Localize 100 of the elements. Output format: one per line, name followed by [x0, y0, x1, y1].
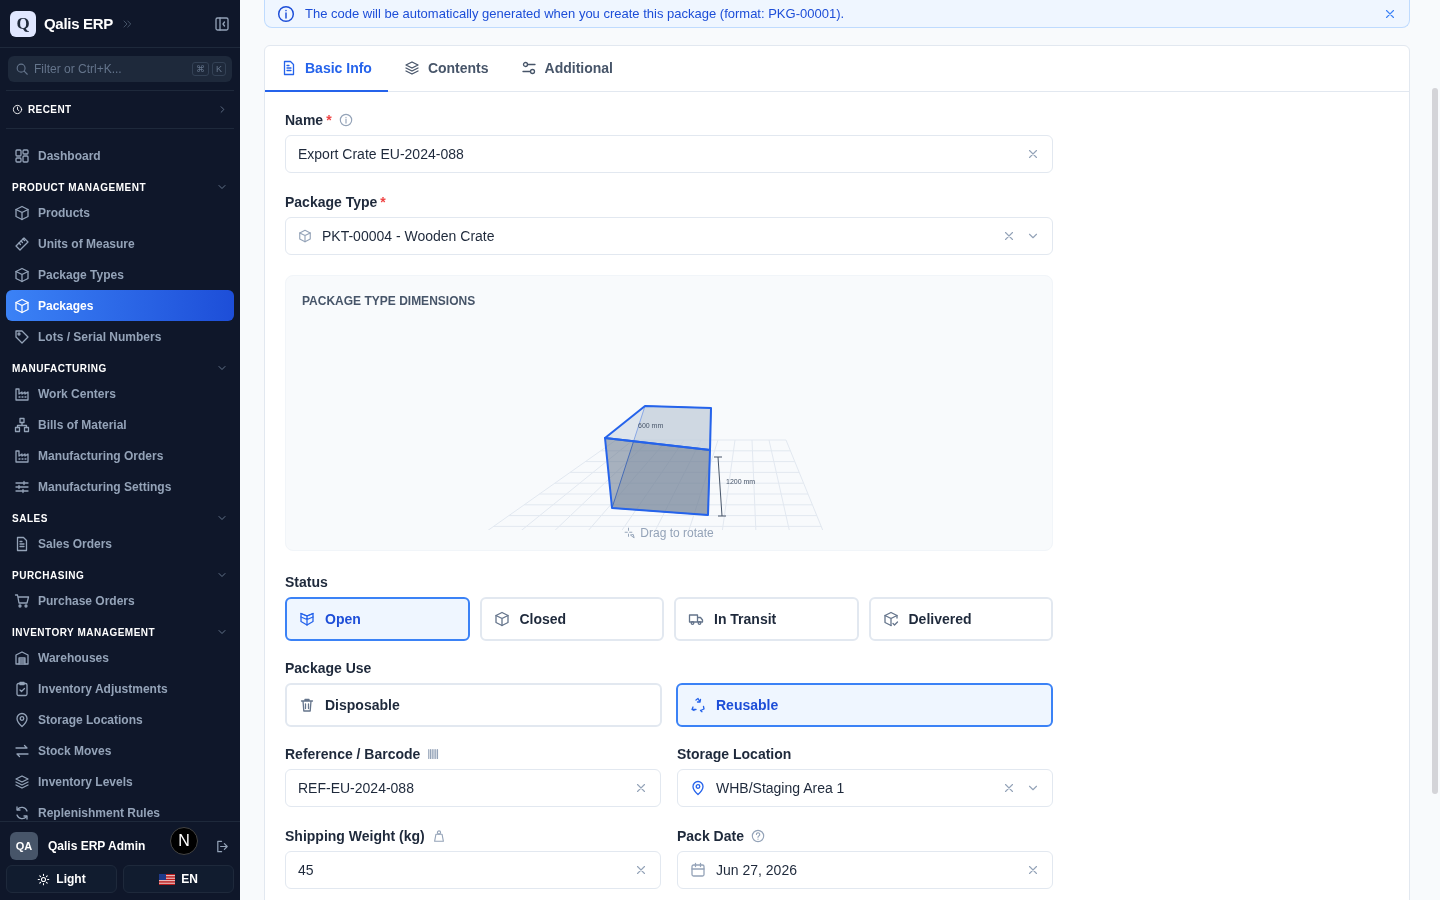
- field-label: Name: [285, 112, 324, 128]
- select-field[interactable]: WHB/Staging Area 1: [677, 769, 1053, 807]
- tab[interactable]: Contents: [387, 46, 505, 92]
- sidebar-item[interactable]: Sales Orders: [6, 528, 234, 559]
- option-card[interactable]: In Transit: [674, 597, 859, 641]
- factory-icon: [14, 447, 30, 464]
- sidebar-item[interactable]: Dashboard: [6, 140, 234, 171]
- required-mark: *: [326, 112, 332, 128]
- layers-icon: [14, 773, 30, 790]
- double-chevron-icon: [121, 17, 133, 30]
- logout-icon: [215, 838, 230, 854]
- option-card[interactable]: Open: [285, 597, 470, 641]
- open-box-icon: [299, 611, 315, 627]
- weight-icon: [431, 829, 446, 843]
- option-card[interactable]: Reusable: [676, 683, 1053, 727]
- clear-icon: [634, 781, 648, 795]
- sidebar-item[interactable]: Bills of Material: [6, 409, 234, 440]
- toggles-icon: [520, 60, 537, 76]
- banner-text: The code will be automatically generated when you create this package (format: PKG-00001).: [305, 6, 846, 21]
- language-button[interactable]: EN: [123, 865, 234, 893]
- help-icon: [750, 829, 765, 843]
- hierarchy-icon: [14, 416, 30, 433]
- factory-icon: [14, 385, 30, 402]
- sidebar-item[interactable]: Manufacturing Orders: [6, 440, 234, 471]
- viewer-title: PACKAGE TYPE DIMENSIONS: [301, 293, 477, 310]
- field-label: Status: [285, 574, 328, 590]
- refresh-icon: [14, 804, 30, 821]
- sidebar-item[interactable]: Replenishment Rules: [6, 797, 234, 821]
- location-pin-icon: [690, 780, 706, 796]
- clear-icon: [1026, 863, 1040, 877]
- box-icon: [493, 611, 510, 627]
- cart-icon: [14, 592, 30, 609]
- select-field[interactable]: PKT-00004 - Wooden Crate: [285, 217, 1053, 255]
- section-header[interactable]: MANUFACTURING: [6, 358, 234, 378]
- rotate-hint: Drag to rotate: [640, 526, 714, 540]
- sidebar-item[interactable]: Lots / Serial Numbers: [6, 321, 234, 352]
- input-field[interactable]: Export Crate EU-2024-088: [285, 135, 1053, 173]
- box-check-icon: [882, 611, 899, 627]
- box-icon: [298, 229, 312, 243]
- clipboard-icon: [14, 680, 30, 697]
- box-icon: [14, 297, 30, 314]
- info-icon: [277, 4, 295, 23]
- layers-icon: [403, 60, 420, 76]
- scrollbar[interactable]: [1432, 88, 1438, 794]
- required-mark: *: [380, 194, 386, 210]
- ruler-icon: [14, 235, 30, 252]
- document-icon: [14, 535, 30, 552]
- sidebar-item[interactable]: Stock Moves: [6, 735, 234, 766]
- option-card[interactable]: Delivered: [868, 597, 1053, 641]
- field-label: Package Type: [285, 194, 378, 210]
- sliders-icon: [14, 478, 30, 495]
- sidebar-item[interactable]: Package Types: [6, 259, 234, 290]
- calendar-icon: [690, 862, 706, 878]
- recent-toggle[interactable]: RECENT: [6, 90, 234, 129]
- user-name: Qalis ERP Admin: [48, 839, 146, 853]
- sidebar-item[interactable]: Purchase Orders: [6, 585, 234, 616]
- tab[interactable]: Basic Info: [265, 46, 388, 92]
- sidebar-item[interactable]: Warehouses: [6, 642, 234, 673]
- pointer-icon: [624, 527, 637, 539]
- clear-icon: [1002, 229, 1016, 243]
- user-avatar: QA: [10, 832, 38, 860]
- field-label: Pack Date: [677, 828, 744, 844]
- arrows-icon: [14, 742, 30, 759]
- height-dimension-line: [713, 456, 727, 517]
- input-field[interactable]: 45: [285, 851, 661, 889]
- sidebar-item[interactable]: Packages: [6, 290, 234, 321]
- section-header[interactable]: PURCHASING: [6, 565, 234, 585]
- section-header[interactable]: SALES: [6, 508, 234, 528]
- search-icon: [15, 62, 29, 76]
- section-header[interactable]: PRODUCT MANAGEMENT: [6, 177, 234, 197]
- sidebar-item[interactable]: Inventory Levels: [6, 766, 234, 797]
- warehouse-icon: [14, 649, 30, 666]
- app-logo[interactable]: Q: [10, 10, 36, 37]
- input-field[interactable]: Jun 27, 2026: [677, 851, 1053, 889]
- field-label: Shipping Weight (kg): [285, 828, 425, 844]
- box-icon: [14, 204, 30, 221]
- section-header[interactable]: INVENTORY MANAGEMENT: [6, 622, 234, 642]
- flag-icon: [159, 873, 176, 885]
- field-label: Storage Location: [677, 746, 792, 762]
- sidebar-item[interactable]: Storage Locations: [6, 704, 234, 735]
- field-label: Package Use: [285, 660, 372, 676]
- theme-button[interactable]: Light: [6, 865, 117, 893]
- sun-icon: [37, 872, 51, 886]
- option-card[interactable]: Disposable: [285, 683, 662, 727]
- document-icon: [281, 60, 297, 76]
- truck-icon: [688, 611, 704, 627]
- box-icon: [14, 266, 30, 283]
- input-field[interactable]: REF-EU-2024-088: [285, 769, 661, 807]
- sidebar-item[interactable]: Units of Measure: [6, 228, 234, 259]
- trash-icon: [299, 697, 315, 713]
- sidebar-item[interactable]: Products: [6, 197, 234, 228]
- tab[interactable]: Additional: [504, 46, 629, 92]
- clear-icon: [634, 863, 648, 877]
- sidebar-item[interactable]: Inventory Adjustments: [6, 673, 234, 704]
- clear-icon: [1026, 147, 1040, 161]
- field-label: Reference / Barcode: [285, 746, 421, 762]
- option-card[interactable]: Closed: [479, 597, 664, 641]
- sidebar-item[interactable]: Work Centers: [6, 378, 234, 409]
- sidebar-item[interactable]: Manufacturing Settings: [6, 471, 234, 502]
- clock-icon: [12, 104, 23, 115]
